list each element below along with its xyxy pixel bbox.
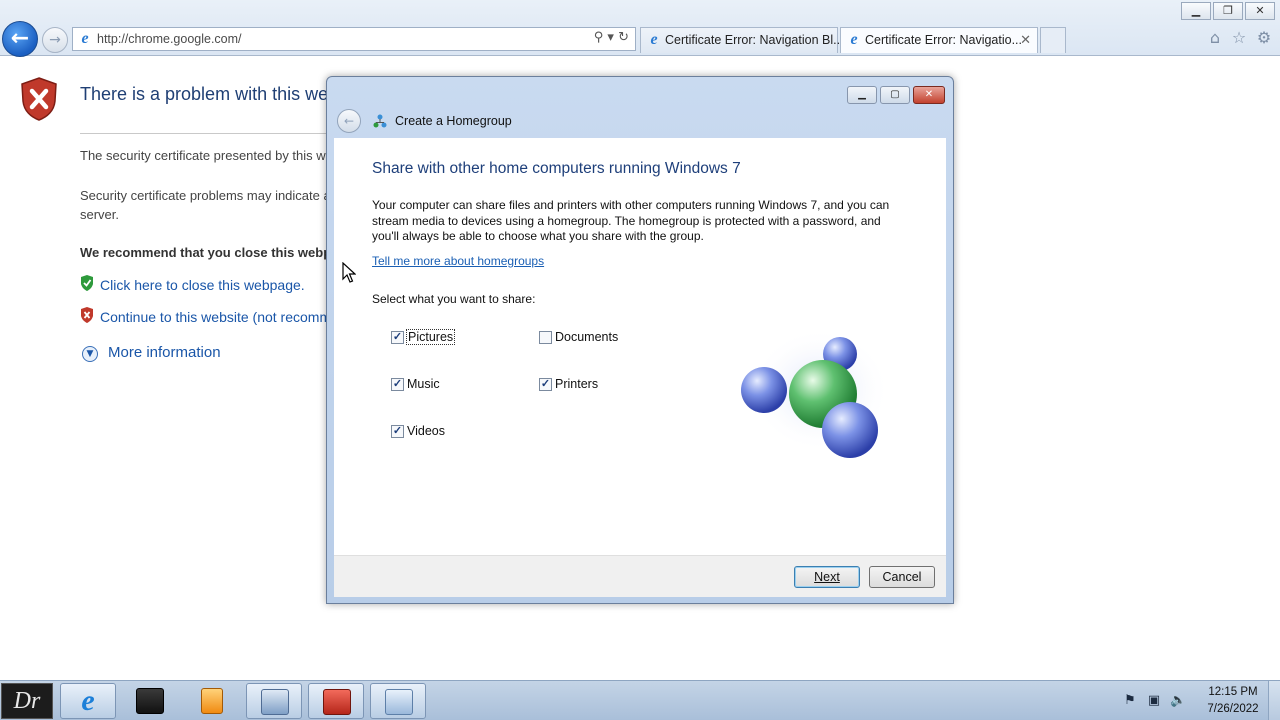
dialog-title: Create a Homegroup [395, 114, 512, 128]
dropdown-icon[interactable]: ▾ [607, 30, 614, 45]
homegroup-spheres-icon [741, 328, 890, 458]
checkbox-label: Pictures [405, 329, 456, 345]
tab-certificate-error-2[interactable]: e Certificate Error: Navigatio... ✕ [840, 27, 1038, 53]
ie-page-icon: e [81, 30, 89, 47]
dialog-heading: Share with other home computers running … [372, 160, 741, 177]
start-button[interactable]: Dr [1, 683, 53, 719]
next-button-label: Next [814, 570, 840, 584]
tab-certificate-error-1[interactable]: e Certificate Error: Navigation Bl... [640, 27, 844, 53]
ie-tab-icon: e [650, 31, 658, 48]
taskbar: Dr e ⚑ ▣ 🔈 12:15 PM 7/26/2022 [0, 680, 1280, 720]
share-documents-checkbox[interactable]: Documents [539, 330, 649, 346]
show-desktop-button[interactable] [1268, 681, 1280, 720]
checkbox-label: Videos [407, 424, 445, 438]
taskbar-toolbox[interactable] [308, 683, 364, 719]
restore-button[interactable]: ❐ [1213, 2, 1243, 20]
minimize-button[interactable]: ▁ [1181, 2, 1211, 20]
dialog-back-button[interactable]: ← [337, 109, 361, 133]
share-music-checkbox[interactable]: ✓ Music [391, 377, 501, 393]
homegroup-network-icon [373, 114, 387, 128]
address-text: http://chrome.google.com/ [97, 32, 242, 46]
close-tab-icon[interactable]: ✕ [1020, 32, 1031, 48]
share-pictures-checkbox[interactable]: ✓ Pictures [391, 329, 501, 346]
address-bar[interactable]: e http://chrome.google.com/ ⚲ ▾ ↻ [72, 27, 636, 51]
cancel-button[interactable]: Cancel [869, 566, 935, 588]
error-paragraph-line: Security certificate problems may indica… [80, 188, 330, 203]
share-videos-checkbox[interactable]: ✓ Videos [391, 424, 501, 440]
expand-chevron-icon[interactable]: ▼ [82, 346, 98, 362]
checkbox-label: Documents [555, 330, 619, 344]
recommendation-text: We recommend that you close this webpage… [80, 245, 330, 260]
close-webpage-link[interactable]: Click here to close this webpage. [100, 277, 330, 293]
favorites-star-icon[interactable]: ☆ [1229, 28, 1249, 48]
safe-shield-icon [81, 275, 93, 291]
refresh-icon[interactable]: ↻ [618, 30, 629, 45]
search-icon[interactable]: ⚲ [594, 30, 604, 45]
divider [80, 133, 330, 134]
checkbox-checked[interactable]: ✓ [391, 425, 404, 438]
more-information-link[interactable]: More information [108, 344, 221, 361]
share-printers-checkbox[interactable]: ✓ Printers [539, 377, 649, 393]
checkbox-unchecked[interactable] [539, 331, 552, 344]
network-icon[interactable]: ▣ [1146, 693, 1162, 709]
forward-button[interactable]: → [42, 27, 68, 53]
create-homegroup-dialog: ▁ ▢ ✕ ← Create a Homegroup Share with ot… [326, 76, 954, 604]
error-title: There is a problem with this website's s… [80, 84, 330, 104]
dialog-maximize-button[interactable]: ▢ [880, 86, 910, 104]
dialog-minimize-button[interactable]: ▁ [847, 86, 877, 104]
tab-label: Certificate Error: Navigation Bl... [665, 33, 844, 47]
system-tray: ⚑ ▣ 🔈 12:15 PM 7/26/2022 [1100, 681, 1280, 720]
ie-tab-icon: e [850, 31, 858, 48]
dialog-close-button[interactable]: ✕ [913, 86, 945, 104]
media-player-icon [201, 688, 223, 714]
taskbar-internet-explorer[interactable]: e [60, 683, 116, 719]
dialog-description: Your computer can share files and printe… [372, 198, 890, 243]
tab-label: Certificate Error: Navigatio... [865, 33, 1022, 47]
home-icon[interactable]: ⌂ [1205, 28, 1225, 48]
gear-icon[interactable]: ⚙ [1254, 28, 1274, 48]
checkbox-checked[interactable]: ✓ [391, 331, 404, 344]
checkbox-label: Printers [555, 377, 599, 391]
error-paragraph-2: Security certificate problems may indica… [80, 186, 330, 224]
taskbar-media-player[interactable] [184, 683, 240, 719]
error-paragraph: The security certificate presented by th… [80, 148, 330, 163]
taskbar-control-panel[interactable] [370, 683, 426, 719]
checkbox-checked[interactable]: ✓ [391, 378, 404, 391]
close-button[interactable]: ✕ [1245, 2, 1275, 20]
address-actions: ⚲ ▾ ↻ [594, 30, 629, 45]
network-computer-icon [261, 689, 289, 715]
continue-website-link[interactable]: Continue to this website (not recommende… [100, 309, 330, 325]
homegroup-help-link[interactable]: Tell me more about homegroups [372, 254, 544, 268]
checkbox-label: Music [407, 377, 440, 391]
share-select-label: Select what you want to share: [372, 292, 536, 306]
error-paragraph-line: server. [80, 207, 120, 222]
volume-icon[interactable]: 🔈 [1170, 693, 1186, 709]
back-button[interactable]: ← [2, 21, 38, 57]
browser-toolbar: ← → e http://chrome.google.com/ ⚲ ▾ ↻ e … [0, 0, 1280, 57]
internet-explorer-icon: e [81, 684, 95, 717]
dialog-footer: Next Cancel [334, 555, 946, 597]
action-center-flag-icon[interactable]: ⚑ [1122, 693, 1138, 709]
taskbar-network-tool[interactable] [246, 683, 302, 719]
error-shield-icon [21, 77, 57, 121]
checkbox-checked[interactable]: ✓ [539, 378, 552, 391]
control-panel-icon [385, 689, 413, 715]
new-tab-button[interactable] [1040, 27, 1066, 53]
next-button[interactable]: Next [794, 566, 860, 588]
dialog-content: Share with other home computers running … [334, 138, 946, 555]
toolbox-icon [323, 689, 351, 715]
mouse-pointer-icon [342, 262, 356, 283]
clock-time[interactable]: 12:15 PM [1200, 686, 1266, 698]
unsafe-shield-icon [81, 307, 93, 323]
folder-icon [136, 688, 164, 714]
clock-date[interactable]: 7/26/2022 [1200, 703, 1266, 715]
taskbar-file-explorer[interactable] [122, 683, 178, 719]
